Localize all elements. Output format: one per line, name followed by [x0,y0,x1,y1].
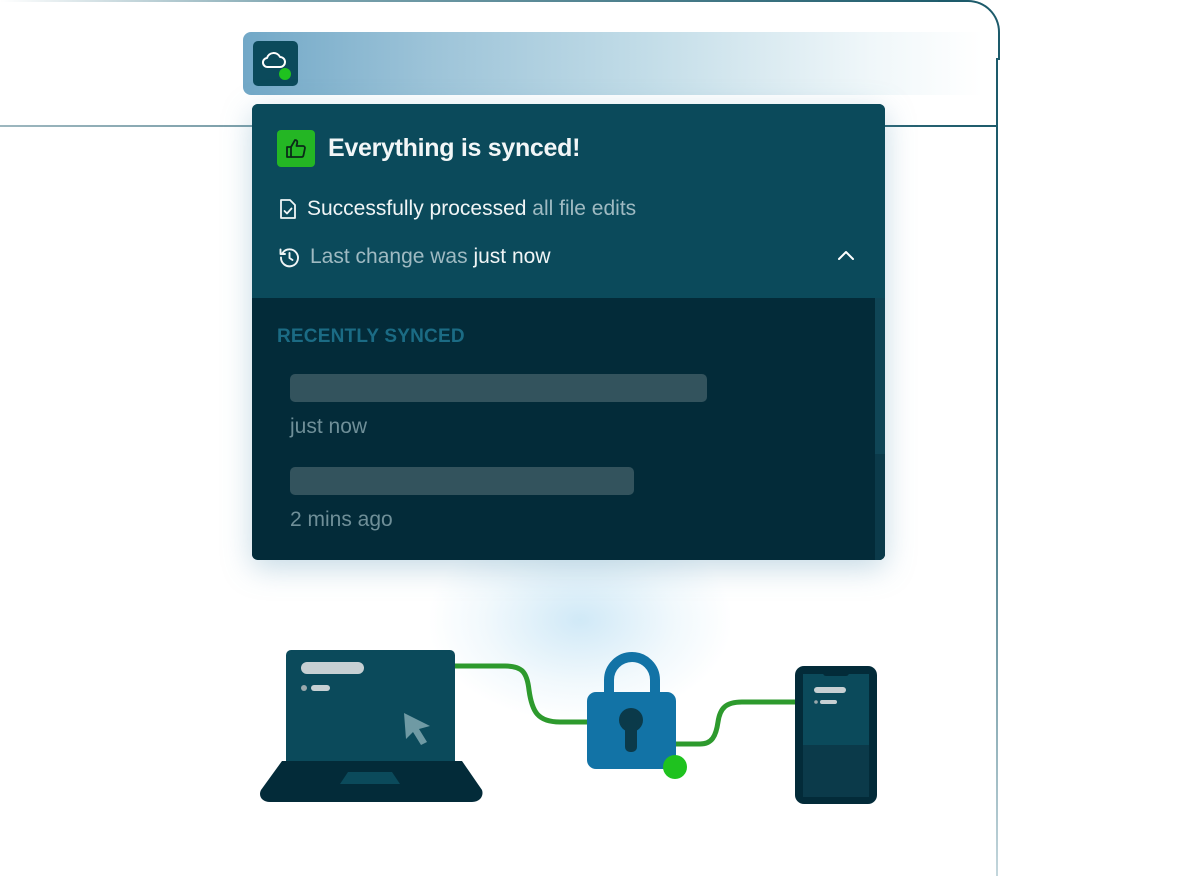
last-change-status: Last change was just now [278,243,551,271]
list-item[interactable]: just now [290,374,707,439]
file-name-placeholder [290,374,707,402]
sync-illustration [260,650,877,804]
item-timestamp: just now [290,415,368,438]
list-item[interactable]: 2 mins ago [290,467,634,532]
panel-header: Everything is synced! Successfully proce… [252,104,885,298]
item-timestamp: 2 mins ago [290,508,393,531]
panel-title: Everything is synced! [328,134,581,162]
sync-status-button[interactable] [253,41,298,86]
success-badge [277,130,315,167]
sync-status-dot [279,68,291,80]
scrollbar-thumb[interactable] [875,298,885,454]
recently-synced-heading: RECENTLY SYNCED [277,326,465,347]
history-icon [279,247,299,267]
phone-illustration [795,666,877,804]
recently-synced-list: RECENTLY SYNCED just now 2 mins ago [252,298,885,560]
last-change-prefix: Last change was [310,245,468,268]
padlock-illustration [587,652,687,779]
processed-strong-text: Successfully processed [307,197,527,220]
file-check-icon [280,199,296,219]
last-change-time: just now [473,245,551,268]
processed-status: Successfully processed all file edits [278,195,636,223]
file-name-placeholder [290,467,634,495]
window-frame-top [0,0,960,2]
toolbar [243,32,983,95]
laptop-illustration [260,650,483,802]
sync-status-panel: Everything is synced! Successfully proce… [252,104,885,560]
thumbs-up-icon [286,139,306,158]
chevron-up-icon[interactable] [836,248,856,262]
processed-rest-text: all file edits [532,197,637,220]
